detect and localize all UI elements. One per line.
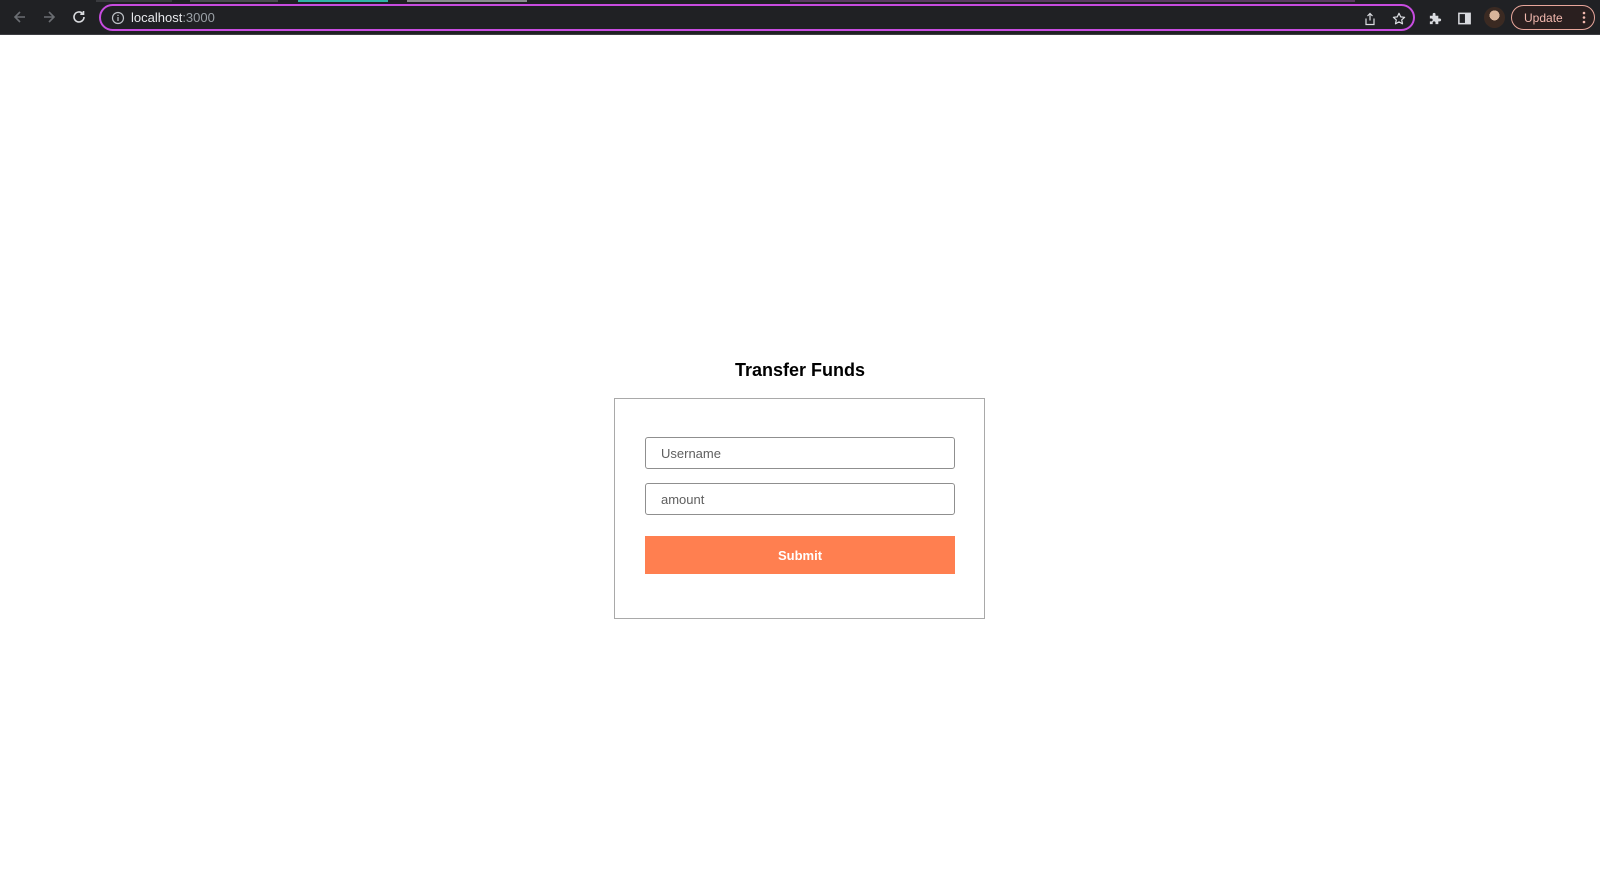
update-button[interactable]: Update: [1511, 5, 1595, 30]
info-icon[interactable]: [111, 11, 125, 25]
share-button[interactable]: [1361, 10, 1379, 28]
puzzle-icon: [1429, 12, 1441, 24]
tab-hint: [298, 0, 388, 2]
tab-hint: [790, 0, 1355, 2]
forward-button[interactable]: [38, 6, 60, 28]
profile-avatar[interactable]: [1484, 7, 1505, 28]
tab-hint: [96, 0, 172, 2]
url-port: :3000: [182, 10, 215, 25]
url-text[interactable]: localhost:3000: [131, 10, 215, 25]
kebab-menu-icon[interactable]: [1582, 11, 1586, 24]
username-input[interactable]: [645, 437, 955, 469]
address-bar[interactable]: localhost:3000: [99, 4, 1415, 31]
back-arrow-icon: [13, 11, 25, 23]
star-icon: [1392, 12, 1406, 25]
bookmark-button[interactable]: [1390, 10, 1408, 28]
back-button[interactable]: [9, 6, 31, 28]
tab-hint: [407, 0, 527, 2]
reload-icon: [73, 11, 85, 23]
forward-arrow-icon: [44, 11, 56, 23]
update-label: Update: [1524, 11, 1563, 25]
amount-input[interactable]: [645, 483, 955, 515]
submit-button[interactable]: Submit: [645, 536, 955, 574]
share-icon: [1365, 12, 1375, 26]
tab-hint: [190, 0, 278, 2]
side-panel-icon: [1457, 12, 1471, 24]
side-panel-button[interactable]: [1454, 8, 1474, 28]
url-host: localhost: [131, 10, 183, 25]
reload-button[interactable]: [68, 6, 90, 28]
page-title: Transfer Funds: [734, 360, 866, 380]
browser-toolbar: localhost:3000 Update: [0, 0, 1600, 35]
transfer-form: Submit: [614, 398, 985, 619]
extensions-button[interactable]: [1425, 8, 1445, 28]
